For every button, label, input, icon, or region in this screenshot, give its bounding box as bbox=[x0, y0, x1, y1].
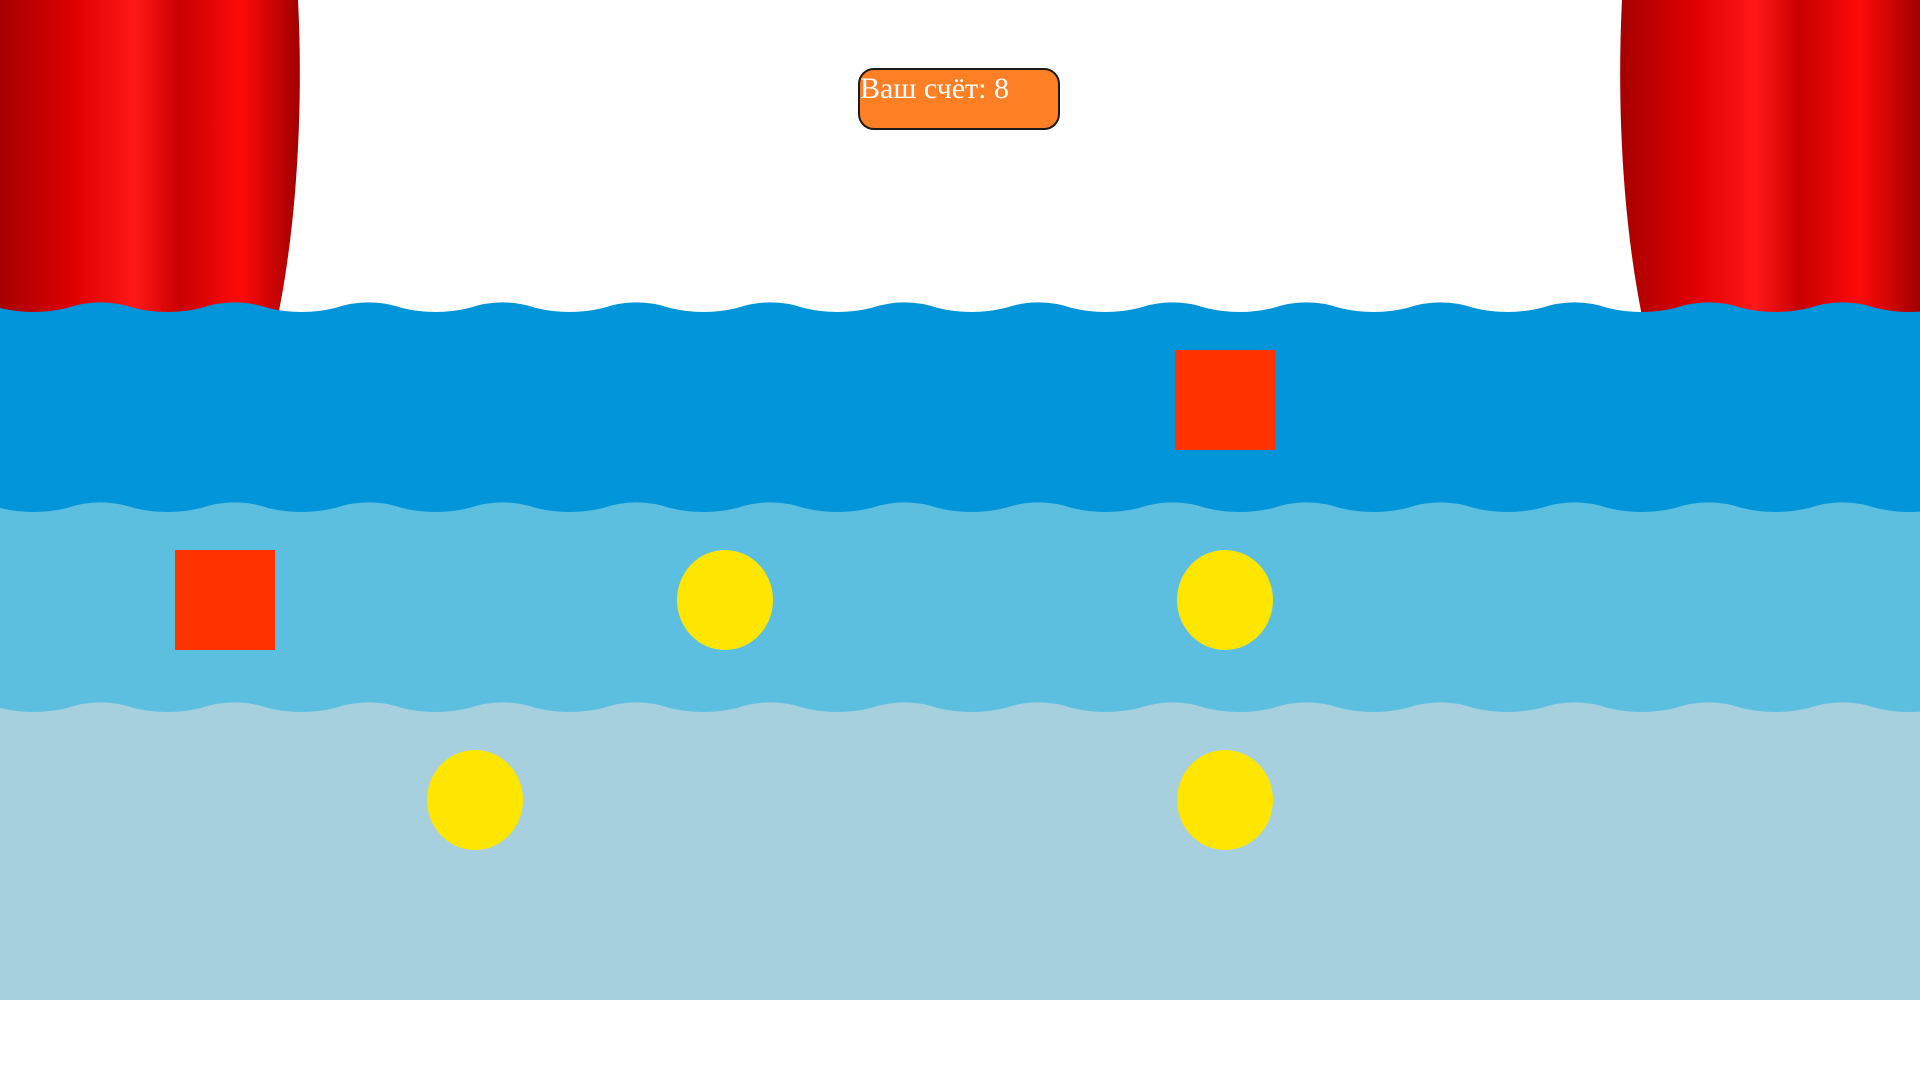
red-square-target[interactable] bbox=[1175, 350, 1275, 450]
left-curtain bbox=[0, 0, 300, 330]
right-curtain bbox=[1620, 0, 1920, 330]
yellow-circle-target[interactable] bbox=[1177, 550, 1273, 650]
yellow-circle-target[interactable] bbox=[1177, 750, 1273, 850]
red-square-target[interactable] bbox=[175, 550, 275, 650]
front-water-lane bbox=[0, 702, 1920, 1000]
yellow-circle-target[interactable] bbox=[677, 550, 773, 650]
game-stage: Ваш счёт: 8 bbox=[0, 0, 1920, 1080]
game-scene bbox=[0, 0, 1920, 1000]
yellow-circle-target[interactable] bbox=[427, 750, 523, 850]
score-display: Ваш счёт: 8 bbox=[858, 68, 1060, 130]
score-label: Ваш счёт: 8 bbox=[860, 72, 1009, 105]
